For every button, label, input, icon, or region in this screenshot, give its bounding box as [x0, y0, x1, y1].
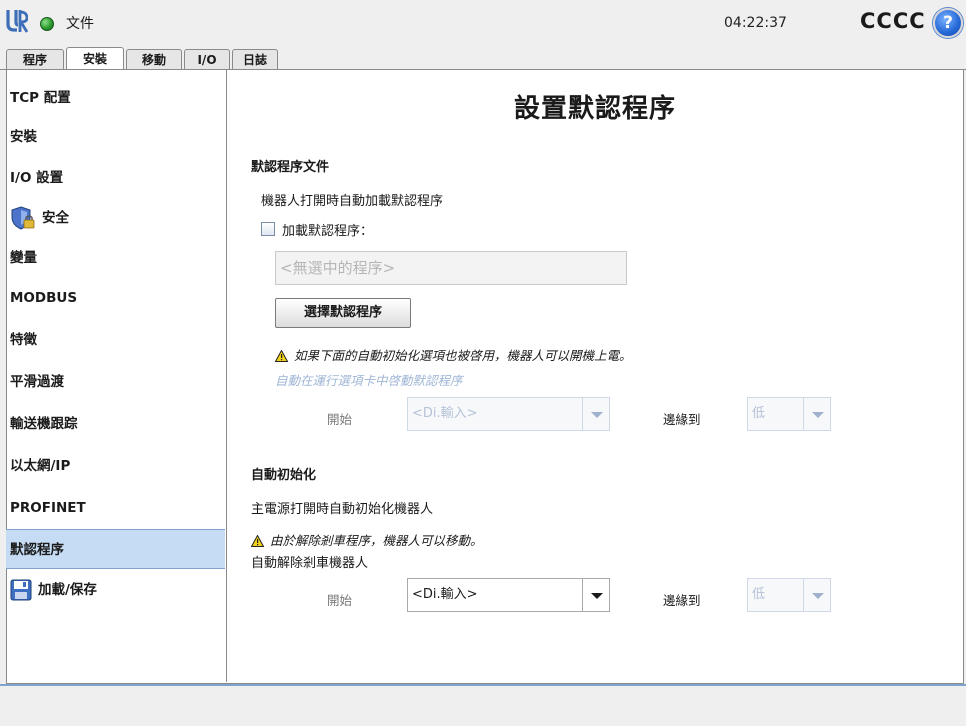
floppy-disk-icon	[10, 579, 32, 601]
tab-installation[interactable]: 安裝	[66, 47, 124, 71]
sidebar-item-label: I/O 設置	[10, 170, 64, 186]
clock: 04:22:37	[724, 15, 787, 31]
default-file-section-title: 默認程序文件	[251, 160, 330, 175]
sidebar-item-conveyor-tracking[interactable]: 輸送機跟踪	[6, 404, 225, 444]
brake-release-warning-text: 由於解除剎車程序，機器人可以移動。	[270, 533, 483, 548]
brake-start-input-value: <Di.輸入>	[412, 587, 478, 602]
page-title: 設置默認程序	[513, 94, 676, 124]
ur-logo-icon	[6, 10, 28, 33]
top-bar: 文件 04:22:37 CCCC ?	[0, 0, 966, 46]
sidebar-item-load-save[interactable]: 加載/保存	[6, 570, 225, 610]
default-program-field[interactable]: <無選中的程序>	[275, 251, 627, 285]
auto-power-warning-text: 如果下面的自動初始化選項也被啓用，機器人可以開機上電。	[294, 348, 632, 363]
tab-program[interactable]: 程序	[6, 49, 64, 70]
brake-start-input-select[interactable]: <Di.輸入>	[407, 578, 610, 612]
sidebar-item-label: PROFINET	[10, 500, 86, 516]
warning-icon	[275, 350, 288, 362]
main-tabs: 程序 安裝 移動 I/O 日誌	[0, 46, 966, 71]
sidebar-item-profinet[interactable]: PROFINET	[6, 488, 225, 528]
shield-lock-icon	[11, 206, 35, 230]
auto-brake-release-label: 自動解除剎車機器人	[251, 556, 369, 571]
brake-edge-select[interactable]: 低	[747, 578, 831, 612]
sidebar-item-label: TCP 配置	[10, 90, 71, 106]
brake-release-warning: 由於解除剎車程序，機器人可以移動。	[251, 530, 483, 549]
default-program-content: 設置默認程序 默認程序文件 機器人打開時自動加載默認程序 加載默認程序： <無選…	[227, 70, 963, 682]
sidebar-item-mounting[interactable]: 安裝	[6, 117, 225, 157]
chevron-down-icon	[803, 579, 830, 611]
start-input-select[interactable]: <Di.輸入>	[407, 397, 610, 431]
tab-log[interactable]: 日誌	[232, 49, 278, 70]
sidebar-item-default-program[interactable]: 默認程序	[6, 529, 225, 569]
sidebar-item-safety[interactable]: 安全	[6, 198, 225, 238]
footer-divider	[0, 684, 966, 686]
sidebar-item-smooth-transition[interactable]: 平滑過渡	[6, 362, 225, 402]
sidebar-item-tcp[interactable]: TCP 配置	[6, 78, 225, 118]
sidebar-item-label: 平滑過渡	[10, 374, 64, 390]
tab-move[interactable]: 移動	[126, 49, 182, 70]
chevron-down-icon	[582, 579, 609, 611]
sidebar-item-label: 默認程序	[10, 542, 64, 558]
load-default-program-checkbox[interactable]	[261, 222, 275, 236]
edge-label: 邊緣到	[663, 412, 701, 427]
brake-start-label: 開始	[327, 593, 353, 608]
chevron-down-icon	[803, 398, 830, 430]
start-label: 開始	[327, 412, 353, 427]
brake-edge-value: 低	[752, 587, 766, 602]
auto-init-description: 主電源打開時自動初始化機器人	[251, 502, 434, 517]
auto-power-warning: 如果下面的自動初始化選項也被啓用，機器人可以開機上電。	[275, 345, 632, 364]
sidebar-item-label: MODBUS	[10, 290, 78, 306]
sidebar-item-label: 輸送機跟踪	[10, 416, 78, 432]
sidebar-item-label: 安裝	[10, 129, 37, 145]
sidebar-item-label: 以太網/IP	[10, 458, 71, 474]
robot-status-indicator	[40, 17, 54, 31]
auto-start-label[interactable]: 自動在運行選項卡中啓動默認程序	[275, 370, 463, 389]
default-file-description: 機器人打開時自動加載默認程序	[261, 194, 444, 209]
edge-value: 低	[752, 406, 766, 421]
help-icon[interactable]: ?	[933, 8, 963, 38]
sidebar-item-io-setup[interactable]: I/O 設置	[6, 158, 225, 198]
sidebar-item-label: 加載/保存	[38, 582, 97, 598]
auto-init-section-title: 自動初始化	[251, 468, 317, 483]
edge-select[interactable]: 低	[747, 397, 831, 431]
robot-name: CCCC	[860, 9, 926, 33]
start-input-value: <Di.輸入>	[412, 406, 478, 421]
sidebar-item-features[interactable]: 特徵	[6, 320, 225, 360]
brake-edge-label: 邊緣到	[663, 593, 701, 608]
select-default-program-button[interactable]: 選擇默認程序	[275, 298, 411, 328]
warning-icon	[251, 535, 264, 547]
tab-io[interactable]: I/O	[184, 49, 230, 70]
load-default-program-label: 加載默認程序：	[282, 224, 374, 239]
sidebar-item-label: 特徵	[10, 332, 37, 348]
chevron-down-icon	[582, 398, 609, 430]
sidebar-item-ethernet-ip[interactable]: 以太網/IP	[6, 446, 225, 486]
file-menu[interactable]: 文件	[66, 13, 94, 33]
installation-sidebar: TCP 配置 安裝 I/O 設置 安全 變量 MODBUS 特徵 平滑過渡 輸送…	[6, 70, 227, 682]
sidebar-item-variables[interactable]: 變量	[6, 238, 225, 278]
sidebar-item-label: 安全	[42, 210, 69, 226]
sidebar-item-label: 變量	[10, 250, 37, 266]
sidebar-item-modbus[interactable]: MODBUS	[6, 278, 225, 318]
